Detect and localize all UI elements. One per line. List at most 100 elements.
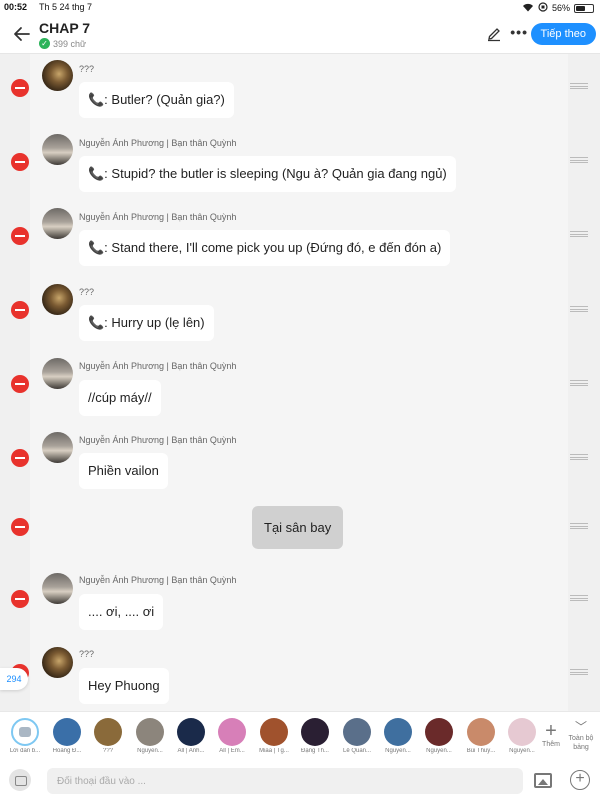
add-circle-icon[interactable]: +: [570, 770, 590, 790]
speaker-name: ???: [79, 649, 95, 659]
message-bubble[interactable]: //cúp máy//: [79, 380, 161, 416]
speaker-name: ???: [79, 287, 95, 297]
orientation-lock-icon: [538, 2, 548, 14]
character-item[interactable]: Miaa | Tg...: [254, 718, 294, 754]
status-time: 00:52: [4, 2, 28, 12]
character-avatar: [425, 718, 453, 746]
drag-handle-icon[interactable]: [570, 231, 588, 237]
delete-message-icon[interactable]: [11, 227, 29, 245]
message-bubble[interactable]: Phiền vailon: [79, 453, 168, 489]
character-item[interactable]: Đặng Th...: [295, 718, 335, 754]
character-item[interactable]: Hoàng Đ...: [47, 718, 87, 754]
avatar: [42, 208, 73, 239]
character-item[interactable]: Nguyễn...: [419, 718, 459, 754]
avatar: [42, 60, 73, 91]
more-options-icon[interactable]: •••: [510, 24, 528, 40]
character-avatar: [260, 718, 288, 746]
character-item[interactable]: All | Anh...: [171, 718, 211, 754]
delete-message-icon[interactable]: [11, 590, 29, 608]
status-date: Th 5 24 thg 7: [39, 2, 93, 12]
check-icon: ✓: [39, 38, 50, 49]
character-avatar: [94, 718, 122, 746]
character-avatar: [53, 718, 81, 746]
image-icon[interactable]: [534, 773, 552, 788]
header: CHAP 7 ✓ 399 chữ ••• Tiếp theo: [0, 16, 600, 54]
delete-message-icon[interactable]: [11, 301, 29, 319]
drag-handle-icon[interactable]: [570, 83, 588, 89]
drag-handle-icon[interactable]: [570, 306, 588, 312]
battery-icon: [574, 3, 594, 13]
speaker-name: ???: [79, 64, 95, 74]
avatar: [42, 573, 73, 604]
message-count-badge[interactable]: 294: [0, 668, 28, 690]
delete-message-icon[interactable]: [11, 518, 29, 536]
delete-message-icon[interactable]: [11, 79, 29, 97]
message-bubble[interactable]: Hey Phuong: [79, 668, 169, 704]
back-arrow-icon[interactable]: [12, 24, 32, 44]
speaker-name: Nguyễn Ánh Phương | Bạn thân Quỳnh: [79, 575, 237, 585]
expand-panel-button[interactable]: ﹀ Toàn bộ bảng: [565, 720, 597, 752]
character-narrator[interactable]: Lời dẫn b...: [5, 718, 45, 754]
character-avatar: [508, 718, 536, 746]
narration-bubble[interactable]: Tại sân bay: [252, 506, 344, 549]
edit-pencil-icon[interactable]: [486, 26, 502, 42]
character-avatar: [301, 718, 329, 746]
character-avatar: [177, 718, 205, 746]
character-name: Nguyễn...: [509, 748, 535, 754]
battery-percent: 56%: [551, 3, 570, 13]
character-name: ???: [102, 748, 113, 754]
character-item[interactable]: Nguyễn...: [378, 718, 418, 754]
narration-toggle-icon[interactable]: [9, 769, 31, 791]
speaker-name: Nguyễn Ánh Phương | Bạn thân Quỳnh: [79, 361, 237, 371]
avatar: [42, 134, 73, 165]
drag-handle-icon[interactable]: [570, 380, 588, 386]
expand-panel-label: Toàn bộ bảng: [568, 735, 594, 751]
character-item[interactable]: Nguyễn...: [130, 718, 170, 754]
message-bubble[interactable]: 📞: Butler? (Quản gia?): [79, 82, 234, 118]
message-bubble[interactable]: 📞: Stand there, I'll come pick you up (Đ…: [79, 230, 451, 266]
message-bubble[interactable]: 📞: Stupid? the butler is sleeping (Ngu à…: [79, 156, 456, 192]
word-count: ✓ 399 chữ: [39, 38, 86, 49]
character-avatar: [136, 718, 164, 746]
word-count-label: 399 chữ: [53, 38, 87, 49]
delete-message-icon[interactable]: [11, 375, 29, 393]
drag-handle-icon[interactable]: [570, 157, 588, 163]
chapter-title: CHAP 7: [39, 20, 91, 36]
chat-area[interactable]: ??? 📞: Butler? (Quản gia?) Nguyễn Ánh Ph…: [0, 54, 600, 711]
character-avatar: [384, 718, 412, 746]
avatar: [42, 358, 73, 389]
character-item[interactable]: All | Em...: [212, 718, 252, 754]
narrator-icon: [11, 718, 39, 746]
delete-message-icon[interactable]: [11, 449, 29, 467]
drag-handle-icon[interactable]: [570, 523, 588, 529]
character-avatar: [218, 718, 246, 746]
avatar: [42, 647, 73, 678]
status-bar: 00:52 Th 5 24 thg 7 56%: [0, 0, 600, 16]
character-name: Lời dẫn b...: [9, 748, 41, 754]
drag-handle-icon[interactable]: [570, 669, 588, 675]
character-avatar: [343, 718, 371, 746]
character-item[interactable]: Bùi Thuỳ...: [461, 718, 501, 754]
drag-handle-icon[interactable]: [570, 595, 588, 601]
status-right: 56%: [522, 2, 594, 14]
message-bubble[interactable]: 📞: Hurry up (lẹ lên): [79, 305, 214, 341]
character-name: All | Anh...: [177, 748, 205, 754]
character-item[interactable]: Lê Quan...: [337, 718, 377, 754]
character-name: Đặng Th...: [301, 748, 329, 754]
input-bar: +: [0, 761, 600, 800]
delete-message-icon[interactable]: [11, 153, 29, 171]
message-bubble[interactable]: .... ơi, .... ơi: [79, 594, 164, 630]
dialogue-input[interactable]: [47, 768, 523, 794]
plus-icon: +: [545, 720, 557, 742]
drag-handle-icon[interactable]: [570, 454, 588, 460]
next-button[interactable]: Tiếp theo: [530, 23, 596, 45]
avatar: [42, 432, 73, 463]
chevron-down-icon: ﹀: [574, 720, 587, 734]
add-character-button[interactable]: + Thêm: [540, 721, 562, 748]
character-item[interactable]: ???: [88, 718, 128, 754]
add-character-label: Thêm: [542, 741, 560, 748]
character-avatar: [467, 718, 495, 746]
character-item[interactable]: Nguyễn...: [502, 718, 542, 754]
character-name: Nguyễn...: [426, 748, 452, 754]
wifi-icon: [522, 3, 534, 14]
